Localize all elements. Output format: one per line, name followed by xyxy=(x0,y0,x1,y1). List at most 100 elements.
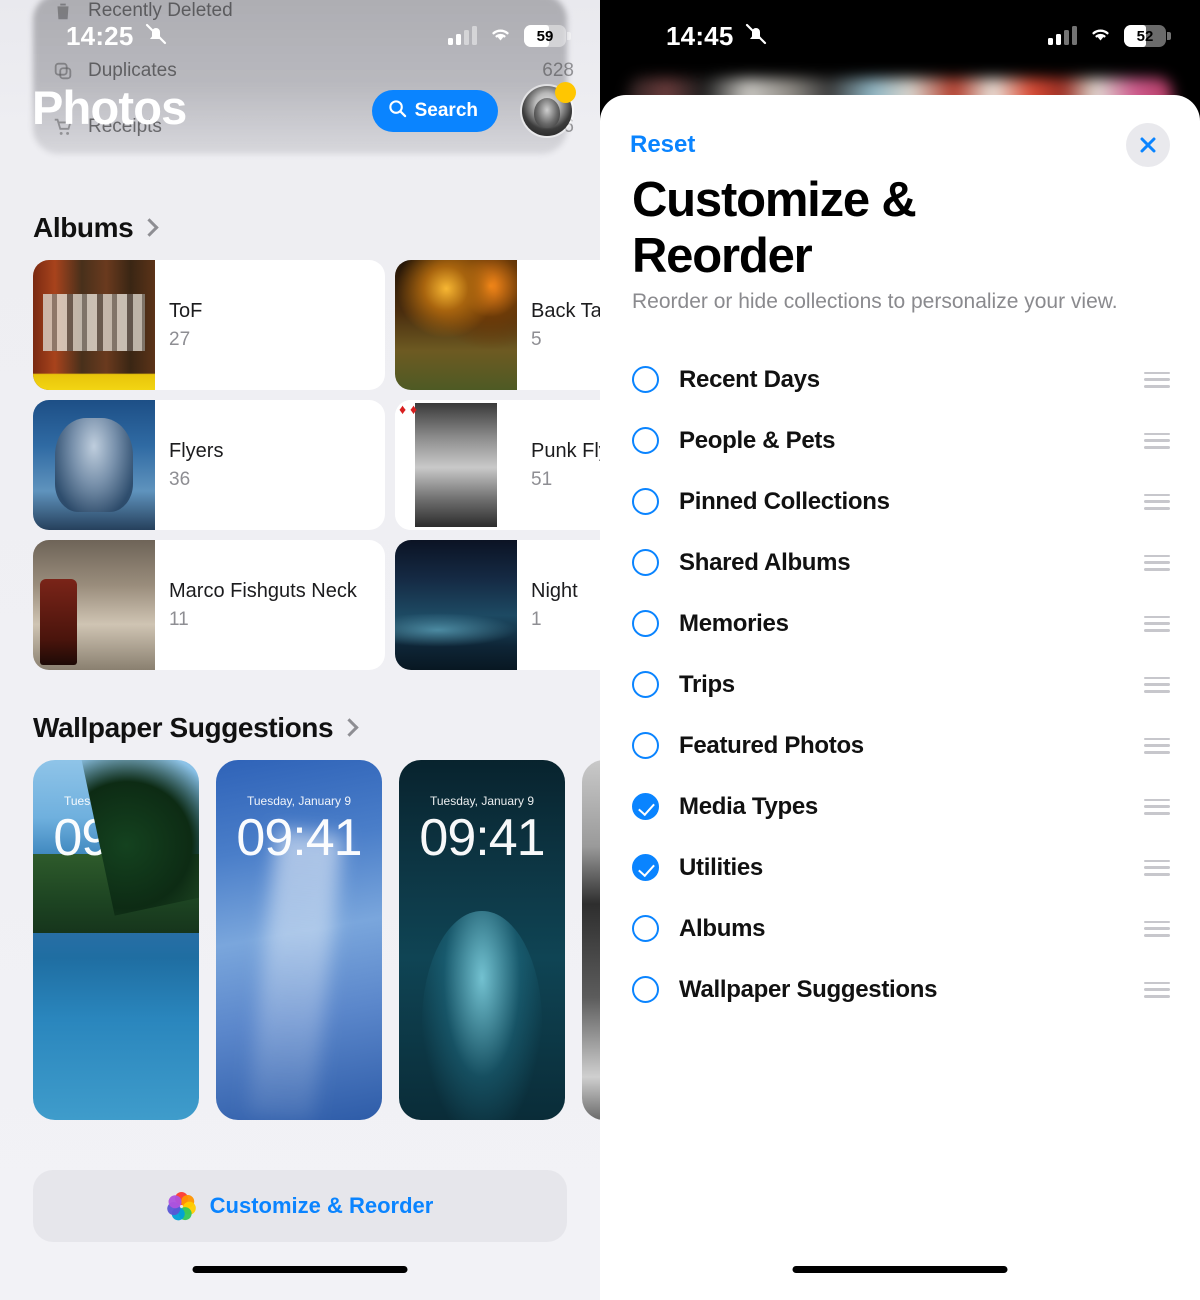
checkbox-memories[interactable] xyxy=(632,610,659,637)
drag-handle-icon[interactable] xyxy=(1144,981,1170,998)
battery-icon: 59 xyxy=(524,25,571,47)
list-item[interactable]: Media Types xyxy=(600,776,1200,837)
home-indicator xyxy=(192,1266,408,1273)
list-item[interactable]: People & Pets xyxy=(600,410,1200,471)
search-button[interactable]: Search xyxy=(371,90,498,132)
collection-options-list: Recent Days People & Pets Pinned Collect… xyxy=(600,349,1200,1020)
wallpaper-card[interactable]: Tuesday, January 9 09:41 xyxy=(216,760,382,1120)
list-item[interactable]: Trips xyxy=(600,654,1200,715)
checkbox-trips[interactable] xyxy=(632,671,659,698)
checkbox-recent-days[interactable] xyxy=(632,366,659,393)
option-label: Trips xyxy=(679,670,735,698)
drag-handle-icon[interactable] xyxy=(1144,676,1170,693)
close-x-icon xyxy=(1137,134,1159,156)
status-right-group: 52 xyxy=(1048,24,1171,48)
drag-handle-icon[interactable] xyxy=(1144,615,1170,632)
drag-handle-icon[interactable] xyxy=(1144,798,1170,815)
checkbox-utilities[interactable] xyxy=(632,854,659,881)
album-card[interactable]: Flyers 36 xyxy=(33,400,385,530)
list-item[interactable]: Wallpaper Suggestions xyxy=(600,959,1200,1020)
album-count: 51 xyxy=(531,468,553,490)
list-item[interactable]: Pinned Collections xyxy=(600,471,1200,532)
search-button-label: Search xyxy=(414,100,478,121)
album-thumbnail xyxy=(395,540,517,670)
albums-section-header[interactable]: Albums xyxy=(33,212,159,244)
option-label: Pinned Collections xyxy=(679,487,890,515)
album-thumbnail xyxy=(395,260,517,390)
wallpaper-date: Tuesday, January 9 xyxy=(246,794,352,808)
battery-percent: 52 xyxy=(1136,27,1154,45)
cellular-bars-icon xyxy=(1048,26,1077,45)
battery-percent: 59 xyxy=(536,27,554,45)
drag-handle-icon[interactable] xyxy=(1144,859,1170,876)
clock-time: 14:25 xyxy=(66,20,134,51)
list-item[interactable]: Memories xyxy=(600,593,1200,654)
album-card[interactable]: Night 1 xyxy=(395,540,600,670)
home-indicator xyxy=(792,1266,1008,1273)
drag-handle-icon[interactable] xyxy=(1144,554,1170,571)
wallpaper-carousel[interactable]: Tuesday, January 9 09:41 Tuesday, Januar… xyxy=(33,760,600,1120)
wifi-icon xyxy=(1088,24,1113,48)
customize-reorder-button[interactable]: Customize & Reorder xyxy=(33,1170,567,1242)
album-name: Punk Fly xyxy=(531,439,600,462)
option-label: Shared Albums xyxy=(679,548,851,576)
bell-slash-icon xyxy=(144,22,168,51)
checkbox-wallpaper-suggestions[interactable] xyxy=(632,976,659,1003)
photos-pinwheel-icon xyxy=(165,1191,198,1222)
album-thumbnail xyxy=(33,260,155,390)
wallpaper-heading: Wallpaper Suggestions xyxy=(33,712,334,743)
reset-button[interactable]: Reset xyxy=(630,131,695,159)
wallpaper-section-header[interactable]: Wallpaper Suggestions xyxy=(33,712,359,744)
list-item[interactable]: Recent Days xyxy=(600,349,1200,410)
album-thumbnail xyxy=(395,400,517,530)
drag-handle-icon[interactable] xyxy=(1144,371,1170,388)
list-item[interactable]: Utilities xyxy=(600,837,1200,898)
list-item[interactable]: Albums xyxy=(600,898,1200,959)
sheet-toolbar: Reset xyxy=(600,115,1200,175)
battery-icon: 52 xyxy=(1124,25,1171,47)
albums-row: ToF 27 Back Tat 5 xyxy=(33,260,600,390)
wallpaper-date: Tuesday, January 9 xyxy=(429,794,535,808)
checkbox-albums[interactable] xyxy=(632,915,659,942)
option-label: Memories xyxy=(679,609,789,637)
album-count: 36 xyxy=(169,468,191,490)
checkbox-shared-albums[interactable] xyxy=(632,549,659,576)
wallpaper-card[interactable]: Tuesday, January 9 09:41 xyxy=(399,760,565,1120)
drag-handle-icon[interactable] xyxy=(1144,432,1170,449)
album-count: 27 xyxy=(169,328,191,350)
checkbox-people-pets[interactable] xyxy=(632,427,659,454)
album-card[interactable]: Punk Fly 51 xyxy=(395,400,600,530)
list-item[interactable]: Featured Photos xyxy=(600,715,1200,776)
album-card[interactable]: Marco Fishguts Neck 11 xyxy=(33,540,385,670)
dual-screenshot: Recently Deleted Duplicates 628 Receipts… xyxy=(0,0,1200,1300)
drag-handle-icon[interactable] xyxy=(1144,920,1170,937)
album-count: 5 xyxy=(531,328,542,350)
album-card[interactable]: ToF 27 xyxy=(33,260,385,390)
album-name: Back Tat xyxy=(531,299,600,322)
option-label: Albums xyxy=(679,914,766,942)
wallpaper-card[interactable]: Tuesday, January 9 09:41 xyxy=(33,760,199,1120)
option-label: Media Types xyxy=(679,792,818,820)
magnifier-icon xyxy=(388,99,407,124)
album-card[interactable]: Back Tat 5 xyxy=(395,260,600,390)
checkbox-featured-photos[interactable] xyxy=(632,732,659,759)
album-name: ToF xyxy=(169,299,203,322)
close-button[interactable] xyxy=(1126,123,1170,167)
album-thumbnail xyxy=(33,540,155,670)
photos-app-screen: Recently Deleted Duplicates 628 Receipts… xyxy=(0,0,600,1300)
album-name: Marco Fishguts Neck xyxy=(169,579,357,602)
drag-handle-icon[interactable] xyxy=(1144,493,1170,510)
checkbox-media-types[interactable] xyxy=(632,793,659,820)
status-bar-right: 14:45 52 xyxy=(600,0,1200,72)
wallpaper-card-partial[interactable] xyxy=(582,760,600,1120)
page-title: Photos xyxy=(32,81,187,134)
album-count: 11 xyxy=(169,608,189,630)
bell-slash-icon xyxy=(744,22,768,51)
list-item[interactable]: Shared Albums xyxy=(600,532,1200,593)
albums-row: Marco Fishguts Neck 11 Night 1 xyxy=(33,540,600,670)
album-name: Flyers xyxy=(169,439,224,462)
drag-handle-icon[interactable] xyxy=(1144,737,1170,754)
wallpaper-time: 09:41 xyxy=(236,809,362,867)
checkbox-pinned-collections[interactable] xyxy=(632,488,659,515)
wallpaper-time: 09:41 xyxy=(53,809,179,867)
